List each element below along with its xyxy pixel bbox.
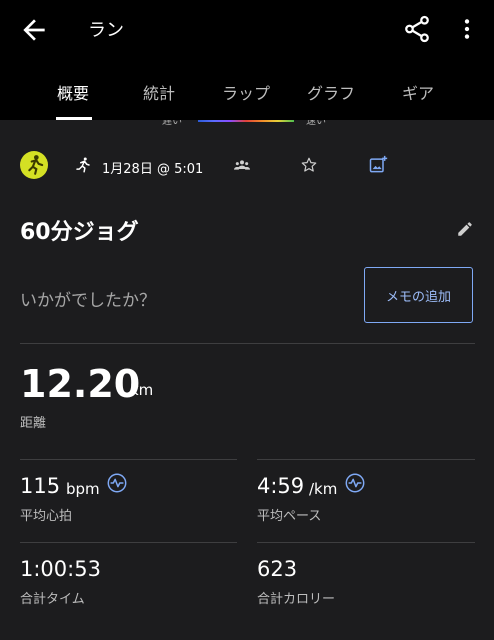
avg-pace-value: 4:59 — [257, 474, 305, 498]
tab-overview[interactable]: 概要 — [57, 80, 89, 104]
share-icon[interactable] — [402, 14, 432, 44]
avg-heart-rate-label: 平均心拍 — [20, 509, 73, 524]
distance-unit: km — [130, 381, 154, 399]
page-title: ラン — [88, 20, 124, 41]
add-memo-button[interactable]: メモの追加 — [364, 267, 473, 323]
distance-label: 距離 — [20, 416, 47, 431]
total-calories-label: 合計カロリー — [257, 592, 336, 607]
more-options-icon[interactable] — [454, 14, 480, 44]
total-time-label: 合計タイム — [20, 592, 85, 607]
avg-heart-rate-unit: bpm — [66, 480, 100, 498]
running-activity-icon — [76, 157, 90, 173]
divider — [257, 542, 475, 543]
activity-name: 60分ジョグ — [20, 220, 139, 245]
tab-laps[interactable]: ラップ — [222, 80, 270, 104]
avatar[interactable] — [20, 151, 48, 179]
avg-pace-label: 平均ペース — [257, 509, 322, 524]
group-icon[interactable] — [234, 158, 250, 172]
divider — [20, 459, 237, 460]
edit-pencil-icon[interactable] — [456, 220, 474, 238]
total-calories-value: 623 — [257, 557, 298, 581]
star-icon[interactable] — [300, 156, 318, 174]
avg-pace-unit: /km — [309, 480, 338, 498]
app-bar: ラン — [0, 0, 494, 60]
strip-right-label: 速い — [306, 120, 326, 126]
active-tab-indicator — [56, 117, 92, 120]
distance-value: 12.20 — [20, 362, 141, 406]
intensity-gradient-bar — [198, 120, 294, 122]
tab-bar: 概要 統計 ラップ グラフ ギア — [0, 60, 494, 120]
feedback-prompt: いかがでしたか？ — [20, 291, 156, 311]
tab-stats[interactable]: 統計 — [143, 80, 175, 104]
avg-heart-rate-value: 115 — [20, 474, 61, 498]
divider — [20, 542, 237, 543]
strip-left-label: 遅い — [162, 120, 182, 126]
divider — [20, 343, 475, 344]
tab-graph[interactable]: グラフ — [307, 80, 355, 104]
pace-pulse-icon[interactable] — [344, 472, 366, 494]
back-arrow-icon[interactable] — [18, 14, 50, 46]
tab-gear[interactable]: ギア — [402, 80, 434, 104]
activity-date: 1月28日 @ 5:01 — [102, 162, 204, 177]
heart-rate-pulse-icon[interactable] — [106, 472, 128, 494]
total-time-value: 1:00:53 — [20, 557, 101, 581]
runner-avatar-icon — [28, 155, 44, 175]
add-photo-icon[interactable] — [368, 155, 388, 175]
divider — [257, 459, 475, 460]
pace-intensity-strip: 遅い 速い — [160, 120, 330, 126]
